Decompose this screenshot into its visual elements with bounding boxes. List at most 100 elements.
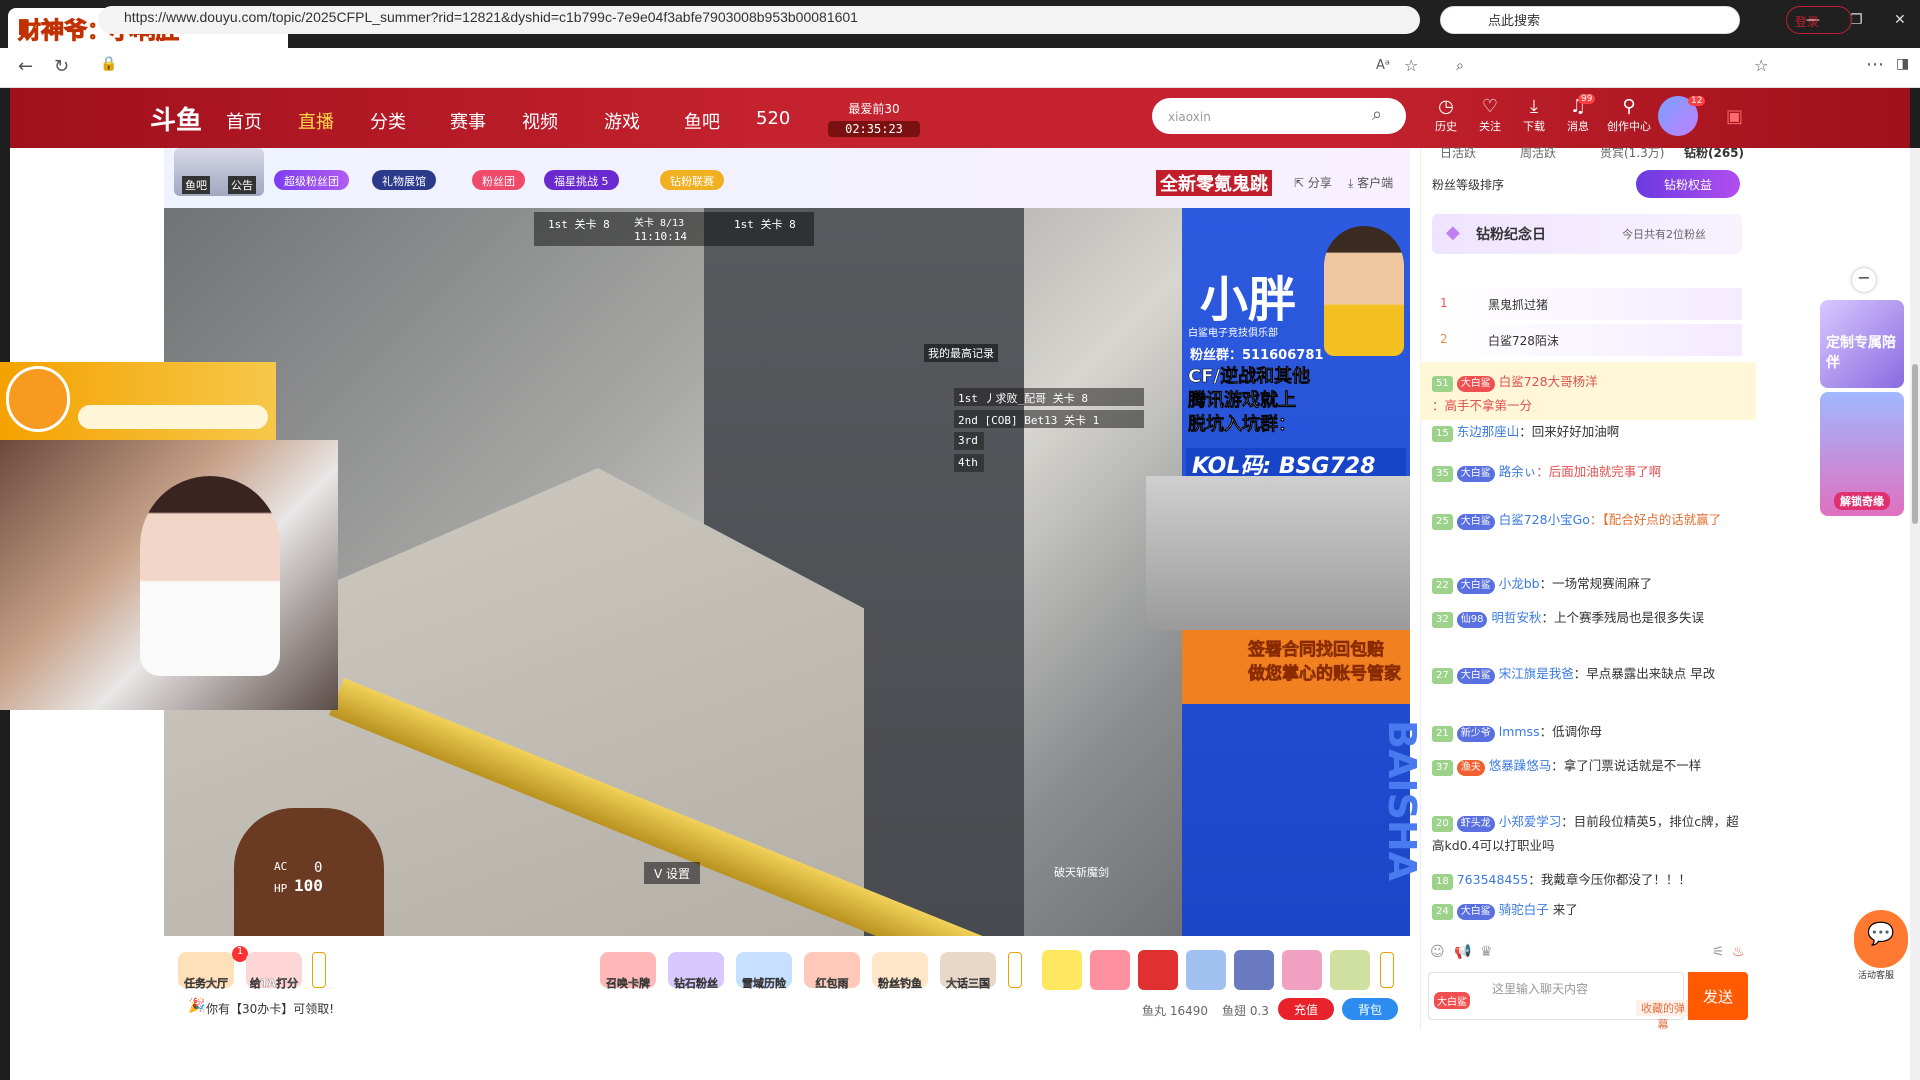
rank-stage: 关卡 8	[1052, 392, 1088, 405]
scrollbar-thumb[interactable]	[1912, 364, 1918, 524]
nav-520[interactable]: 520	[756, 108, 790, 129]
countdown-widget[interactable]: 最爱前30 02:35:23	[828, 100, 920, 140]
user-level: 35	[1432, 466, 1453, 482]
creator-button[interactable]: ⚲ 创作中心	[1606, 96, 1652, 134]
fish-bar-link[interactable]: 鱼吧	[182, 176, 210, 194]
card-notice[interactable]: 你有【30办卡】可领取!	[206, 1000, 334, 1017]
diamond-rank-row[interactable]: 1 黑鬼抓过猪	[1432, 288, 1742, 320]
nav-events[interactable]: 赛事	[450, 108, 486, 134]
saved-danmu-button[interactable]: 收藏的弹幕	[1636, 1000, 1690, 1031]
megaphone-icon[interactable]: 📢	[1454, 944, 1471, 960]
anniversary-title: 钻粉纪念日	[1476, 227, 1546, 243]
filter-icon[interactable]: ⚟	[1712, 944, 1725, 960]
douyu-logo[interactable]: 斗鱼	[150, 100, 202, 137]
site-search-icon[interactable]: ⌕	[1372, 104, 1382, 125]
nav-video[interactable]: 视频	[522, 108, 558, 134]
gift-icon[interactable]: ♨	[1732, 944, 1745, 960]
diamond-rank-row[interactable]: 2 白鲨728陌沫	[1432, 324, 1742, 356]
companion-promo[interactable]: 定制专属陪伴	[1820, 300, 1904, 388]
romance-promo[interactable]: 解锁奇缘	[1820, 392, 1904, 516]
chat-username[interactable]: 骑驼白子	[1499, 902, 1549, 917]
nav-live[interactable]: 直播	[298, 108, 334, 134]
nav-fishbar[interactable]: 鱼吧	[684, 108, 720, 134]
chat-text: ：我戴章今压你都没了！！！	[1528, 872, 1691, 887]
login-button[interactable]: 登录	[1786, 6, 1852, 34]
toolbar-expand-left[interactable]	[312, 952, 326, 988]
emoji-icon[interactable]: ☺	[1430, 944, 1445, 960]
gift-item[interactable]	[1186, 950, 1226, 990]
chat-username[interactable]: 小龙bb	[1499, 576, 1540, 591]
favorites-icon[interactable]: ☆	[1754, 56, 1768, 75]
gift-item[interactable]	[1234, 950, 1274, 990]
chat-username[interactable]: 763548455	[1457, 872, 1529, 887]
avatar-badge: 12	[1688, 96, 1706, 106]
tab-daily[interactable]: 日活跃	[1440, 144, 1476, 161]
collapse-icon[interactable]: −	[1852, 268, 1876, 292]
customer-support-button[interactable]: 💬	[1854, 910, 1908, 968]
tab-diamond[interactable]: 钻粉(265)	[1684, 144, 1744, 161]
follow-button[interactable]: ♡ 关注	[1472, 96, 1508, 134]
tab-weekly[interactable]: 周活跃	[1520, 144, 1556, 161]
more-icon[interactable]: ⋯	[1866, 54, 1884, 75]
download-button[interactable]: ⤓ 下载	[1516, 96, 1552, 134]
diamond-league-tag[interactable]: 钻粉联赛	[660, 170, 724, 190]
score-stage: 关卡 8/13	[634, 218, 685, 229]
user-level: 15	[1432, 426, 1453, 442]
promo-banner[interactable]: 全新零氪鬼跳	[1156, 170, 1272, 196]
user-level: 21	[1432, 726, 1453, 742]
fan-level-sort[interactable]: 粉丝等级排序	[1432, 176, 1504, 193]
diamond-benefits-button[interactable]: 钻粉权益	[1636, 170, 1740, 198]
chat-username[interactable]: 宋江旗是我爸	[1499, 666, 1574, 681]
recharge-button[interactable]: 充值	[1278, 998, 1334, 1020]
bag-button[interactable]: 背包	[1342, 998, 1398, 1020]
chat-message: 27 大白鲨 宋江旗是我爸：早点暴露出来缺点 早改	[1432, 662, 1742, 686]
chat-username[interactable]: 小郑爱学习	[1499, 814, 1562, 829]
toolbar-expand-right[interactable]	[1380, 952, 1394, 988]
live-camera-icon[interactable]: ▣	[1726, 106, 1743, 127]
hp-value: 100	[294, 876, 323, 895]
tab-vip[interactable]: 贵宾(1.3万)	[1600, 144, 1664, 161]
chat-username[interactable]: 路余ぃ	[1499, 464, 1537, 479]
close-window-icon[interactable]: ✕	[1894, 12, 1906, 28]
page-scrollbar[interactable]	[1910, 148, 1920, 1080]
back-icon[interactable]: ←	[18, 56, 33, 77]
star-icon[interactable]: ☆	[1404, 56, 1418, 75]
reload-icon[interactable]: ↻	[54, 56, 69, 77]
chat-username[interactable]: lmmss	[1499, 724, 1540, 739]
history-button[interactable]: ◷ 历史	[1428, 96, 1464, 134]
score-right: 1st 关卡 8	[734, 218, 796, 231]
read-aloud-icon[interactable]: Aᵃ	[1376, 58, 1390, 73]
nav-home[interactable]: 首页	[226, 108, 262, 134]
gift-item[interactable]	[1138, 950, 1178, 990]
browser-search-field[interactable]	[1440, 6, 1740, 34]
chat-text: ：后面加油就完事了啊	[1536, 464, 1662, 479]
share-button[interactable]: ⇱ 分享	[1294, 174, 1332, 191]
lucky-challenge-tag[interactable]: 福星挑战 5	[544, 170, 619, 190]
crown-icon[interactable]: ♛	[1480, 944, 1493, 960]
chat-username[interactable]: 白鲨728大哥杨洋	[1499, 374, 1598, 389]
super-fan-group-tag[interactable]: 超级粉丝团	[274, 170, 349, 190]
chat-username[interactable]: 东边那座山	[1457, 424, 1520, 439]
chat-message: 15 东边那座山：回来好好加油啊	[1432, 420, 1742, 444]
chat-toolbar: ☺ 📢 ♛ ⚟ ♨	[1428, 944, 1748, 966]
announcement-link[interactable]: 公告	[228, 176, 256, 194]
nav-category[interactable]: 分类	[370, 108, 406, 134]
gift-item[interactable]	[1042, 950, 1082, 990]
send-button[interactable]: 发送	[1688, 972, 1748, 1020]
sidebar-toggle-icon[interactable]: ◨	[1896, 56, 1909, 72]
chat-username[interactable]: 明哲安秋	[1491, 610, 1541, 625]
gift-item[interactable]	[1282, 950, 1322, 990]
chat-username[interactable]: 白鲨728小宝Go	[1499, 512, 1590, 527]
account-promo[interactable]: 签署合同找回包赔 做您掌心的账号管家	[1182, 630, 1410, 704]
gift-item[interactable]	[1090, 950, 1130, 990]
streamer-figure	[140, 476, 280, 676]
nav-games[interactable]: 游戏	[604, 108, 640, 134]
toolbar-expand-mid[interactable]	[1008, 952, 1022, 988]
chat-list[interactable]: 51 大白鲨 白鲨728大哥杨洋 ：高手不拿第一分 15 东边那座山：回来好好加油啊 3…	[1420, 362, 1756, 928]
fan-group-tag[interactable]: 粉丝团	[472, 170, 525, 190]
chat-username[interactable]: 悠暴躁悠马	[1489, 758, 1552, 773]
hp-label: HP	[274, 882, 288, 895]
client-button[interactable]: ⤓ 客户端	[1348, 174, 1393, 191]
gift-gallery-tag[interactable]: 礼物展馆	[372, 170, 436, 190]
gift-item[interactable]	[1330, 950, 1370, 990]
